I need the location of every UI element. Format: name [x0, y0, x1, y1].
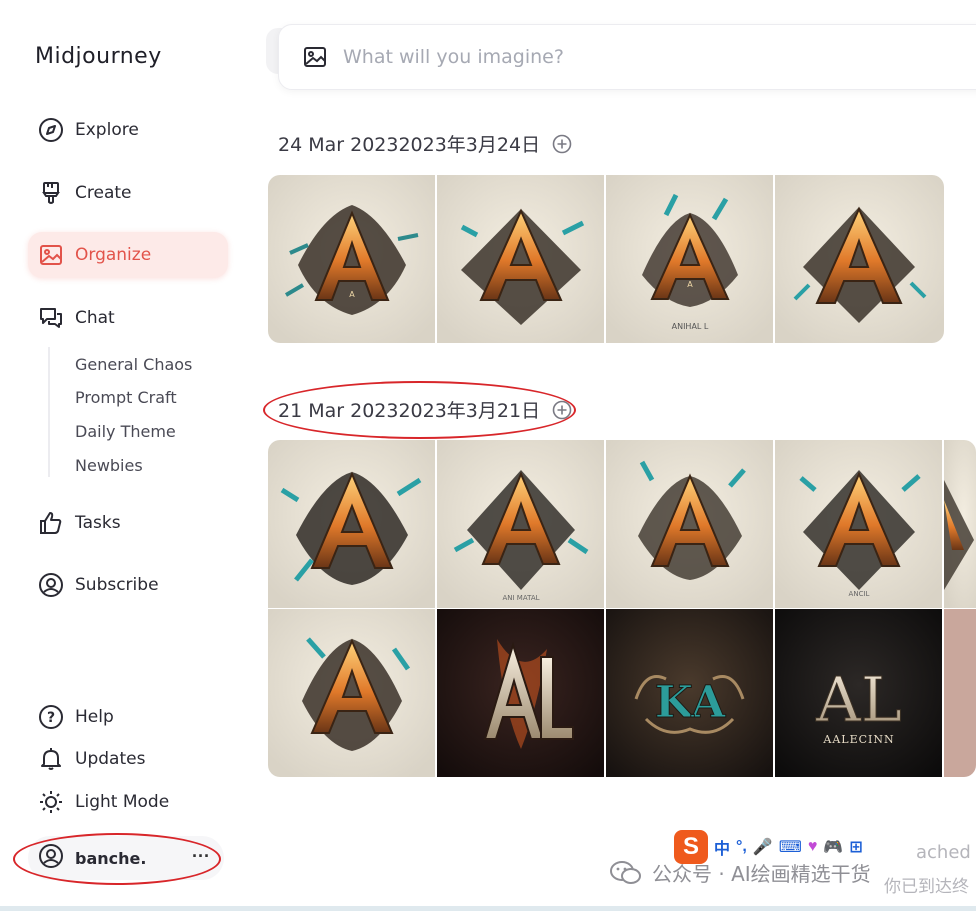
- image-tile[interactable]: [268, 609, 435, 777]
- sun-icon: [38, 789, 64, 815]
- user-circle-icon: [38, 572, 64, 598]
- thumbs-up-icon: [38, 510, 64, 536]
- tile-caption: ANIHAL L: [672, 322, 709, 331]
- compass-icon: [38, 117, 64, 143]
- image-tile[interactable]: [944, 440, 976, 608]
- bell-icon: [38, 746, 64, 772]
- image-tile[interactable]: [775, 175, 944, 343]
- tile-caption: ANI MATAL: [502, 594, 539, 602]
- tile-small-letter: A: [687, 280, 693, 289]
- image-tile[interactable]: A ANIHAL L: [606, 175, 773, 343]
- nav-light-mode-label: Light Mode: [75, 792, 170, 812]
- image-tile[interactable]: [944, 609, 976, 777]
- chat-channel-newbies[interactable]: Newbies: [75, 456, 143, 475]
- chat-channels-divider: [48, 347, 50, 477]
- microphone-icon[interactable]: 🎤: [753, 837, 773, 857]
- tile-monogram: KA: [655, 677, 726, 728]
- svg-text:?: ?: [47, 710, 55, 726]
- image-tile[interactable]: [437, 175, 604, 343]
- nav-updates-label: Updates: [75, 749, 146, 769]
- keyboard-icon[interactable]: ⌨: [779, 837, 802, 857]
- nav-chat[interactable]: Chat: [28, 295, 228, 341]
- image-grid-21-mar: ANI MATAL ANCIL KA AL AALECINN: [268, 440, 976, 777]
- user-name: banche.: [75, 848, 147, 868]
- chat-bubbles-icon: [38, 305, 64, 331]
- image-tile[interactable]: ANI MATAL: [437, 440, 604, 608]
- nav-explore-label: Explore: [75, 120, 139, 140]
- nav-subscribe-label: Subscribe: [75, 575, 159, 595]
- date-group-heading: 24 Mar 20232023年3月24日: [278, 130, 572, 157]
- sidebar: Midjourney Explore Create Organize Chat …: [0, 0, 250, 911]
- nav-light-mode[interactable]: Light Mode: [28, 779, 228, 825]
- nav-chat-label: Chat: [75, 308, 115, 328]
- tile-caption: AALECINN: [822, 733, 894, 746]
- image-tile[interactable]: AL AALECINN: [775, 609, 942, 777]
- brand-logo[interactable]: Midjourney: [35, 44, 162, 69]
- wechat-icon: [610, 860, 642, 886]
- chat-channel-prompt-craft[interactable]: Prompt Craft: [75, 388, 177, 407]
- date-label: 21 Mar 20232023年3月21日: [278, 400, 541, 422]
- image-upload-icon[interactable]: [303, 45, 327, 69]
- nav-organize-label: Organize: [75, 245, 152, 265]
- nav-updates[interactable]: Updates: [28, 736, 228, 782]
- nav-organize[interactable]: Organize: [28, 232, 228, 278]
- image-grid-24-mar: A A ANIHAL L: [268, 175, 944, 343]
- image-tile[interactable]: [268, 440, 435, 608]
- nav-help-label: Help: [75, 707, 114, 727]
- nav-explore[interactable]: Explore: [28, 107, 228, 153]
- nav-create[interactable]: Create: [28, 170, 228, 216]
- user-account-button[interactable]: banche. ···: [28, 836, 224, 880]
- imagine-input[interactable]: [343, 46, 843, 68]
- help-icon: ?: [38, 704, 64, 730]
- image-tile[interactable]: A: [268, 175, 435, 343]
- add-circle-icon[interactable]: [552, 400, 572, 420]
- skin-icon[interactable]: ♥: [808, 838, 818, 856]
- brush-icon: [38, 180, 64, 206]
- date-label: 24 Mar 20232023年3月24日: [278, 134, 541, 156]
- ime-punctuation[interactable]: °,: [736, 838, 747, 856]
- nav-help[interactable]: ? Help: [28, 694, 228, 740]
- chat-channel-daily-theme[interactable]: Daily Theme: [75, 422, 176, 441]
- gamepad-icon[interactable]: 🎮: [823, 837, 843, 857]
- image-tile[interactable]: KA: [606, 609, 773, 777]
- add-circle-icon[interactable]: [552, 134, 572, 154]
- tile-monogram: AL: [815, 663, 902, 736]
- grid-menu-icon[interactable]: ⊞: [849, 837, 862, 857]
- nav-subscribe[interactable]: Subscribe: [28, 562, 228, 608]
- ghost-text-end-cn: 你已到达终: [884, 877, 969, 897]
- nav-tasks-label: Tasks: [75, 513, 121, 533]
- image-icon: [38, 242, 64, 268]
- date-group-heading: 21 Mar 20232023年3月21日: [278, 396, 572, 423]
- ghost-text-end: ached: [916, 842, 971, 863]
- tile-small-letter: A: [349, 290, 355, 299]
- bottom-strip: [0, 906, 976, 911]
- ime-chinese-toggle[interactable]: 中: [714, 835, 730, 859]
- wechat-watermark: 公众号 · AI绘画精选干货: [610, 858, 871, 887]
- image-tile[interactable]: [437, 609, 604, 777]
- user-avatar-icon: [38, 843, 64, 874]
- chat-channel-general-chaos[interactable]: General Chaos: [75, 355, 192, 374]
- tile-caption: ANCIL: [849, 590, 870, 598]
- image-tile[interactable]: ANCIL: [775, 440, 942, 608]
- more-options-icon[interactable]: ···: [192, 846, 210, 867]
- nav-create-label: Create: [75, 183, 132, 203]
- imagine-bar[interactable]: [278, 24, 976, 90]
- nav-tasks[interactable]: Tasks: [28, 500, 228, 546]
- watermark-text: 公众号 · AI绘画精选干货: [652, 862, 871, 886]
- image-tile[interactable]: [606, 440, 773, 608]
